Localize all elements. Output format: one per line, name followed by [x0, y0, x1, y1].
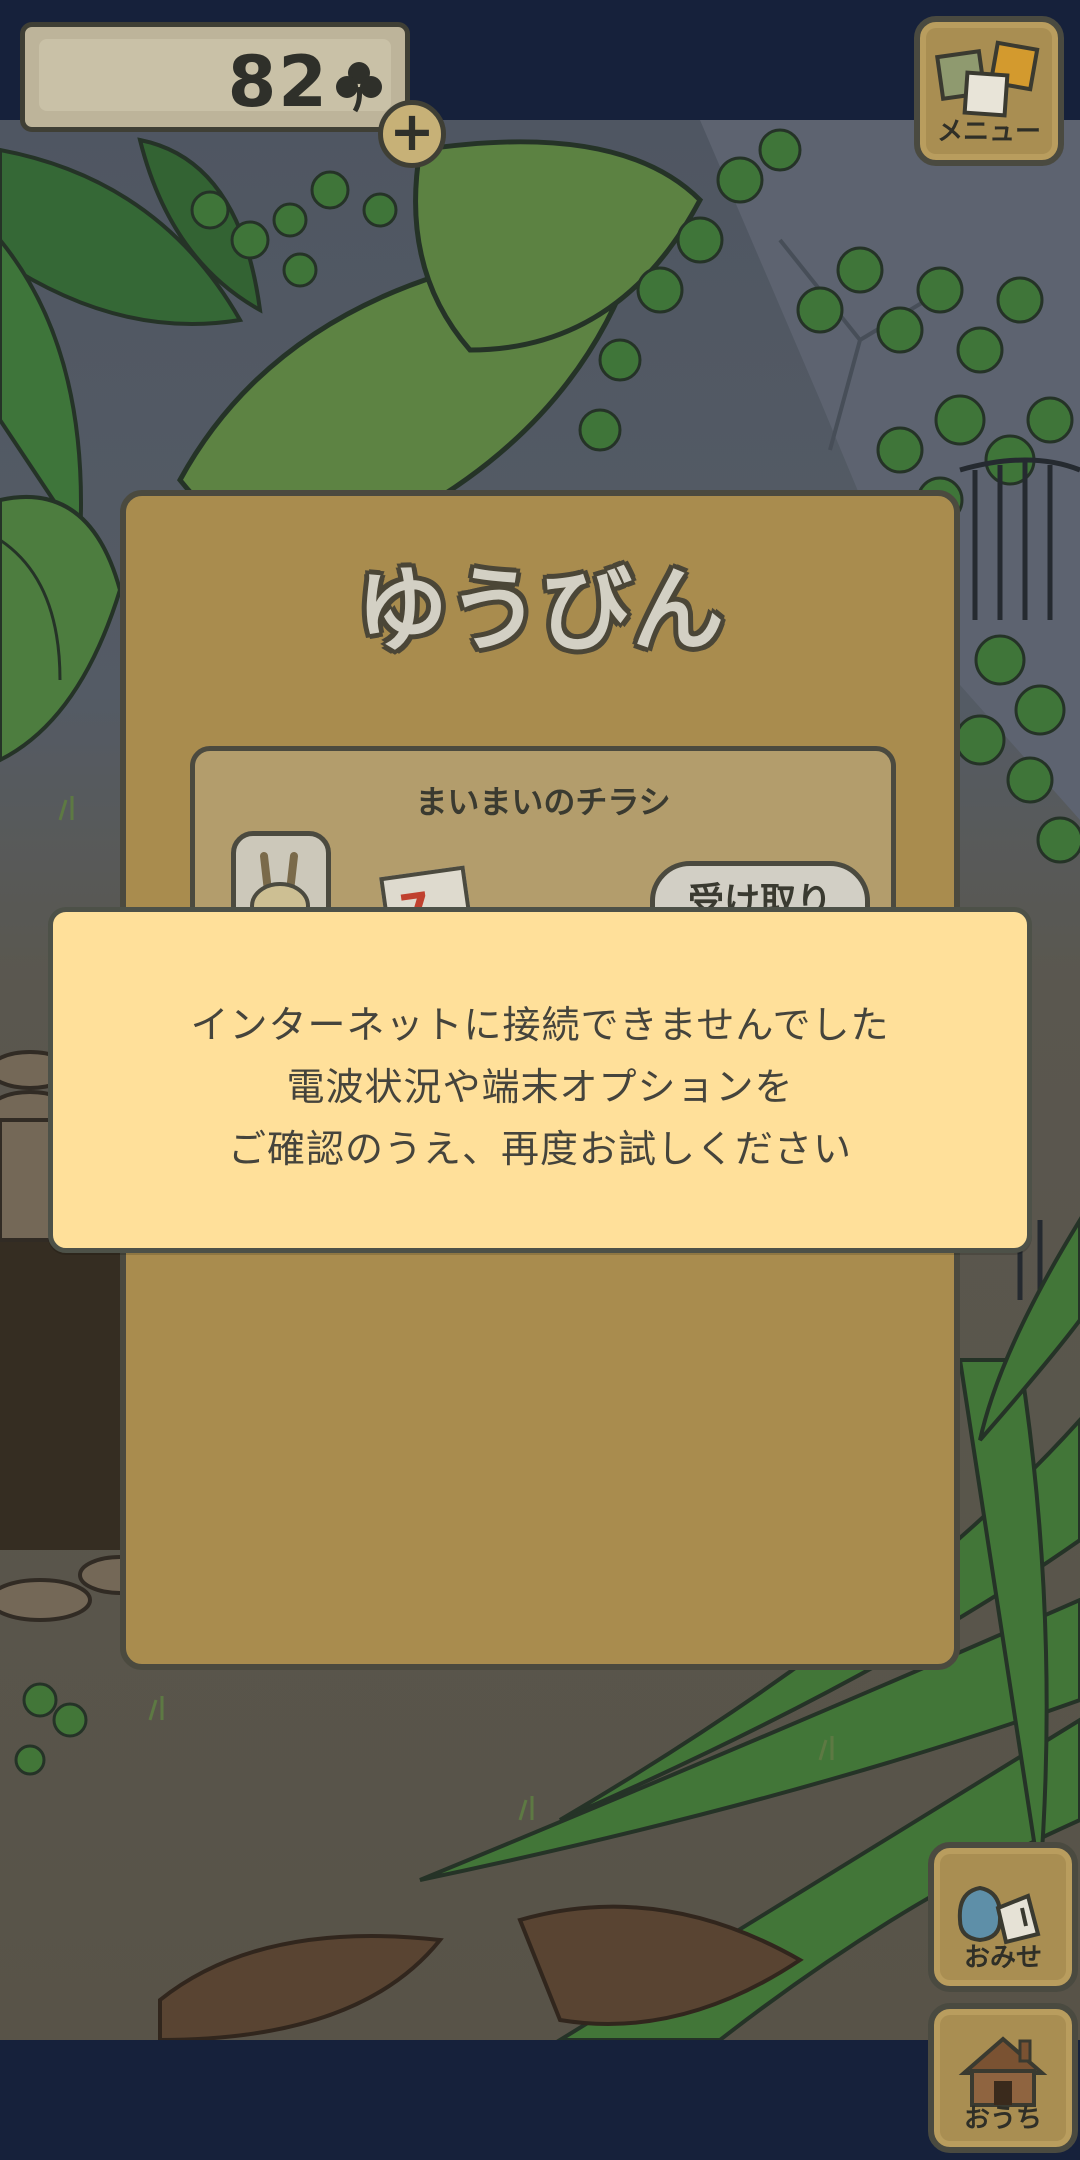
clover-count: 82	[227, 41, 329, 123]
network-error-dialog[interactable]: インターネットに接続できませんでした 電波状況や端末オプションを ご確認のうえ、…	[48, 907, 1032, 1253]
menu-button[interactable]: メニュー	[914, 16, 1064, 166]
mail-title: ゆうびん	[355, 557, 724, 664]
clover-counter: 82	[20, 22, 410, 132]
shop-button[interactable]: おみせ	[928, 1842, 1078, 1992]
shop-label: おみせ	[963, 1943, 1042, 1973]
bottom-bar	[0, 2040, 1080, 2160]
mail-item-title: まいまいのチラシ	[415, 783, 671, 821]
add-clover-button[interactable]: +	[378, 100, 446, 168]
menu-label: メニュー	[936, 117, 1041, 147]
dialog-line-1: インターネットに接続できませんでした	[190, 1003, 890, 1047]
dialog-line-2: 電波状況や端末オプションを	[286, 1065, 794, 1109]
home-button[interactable]: おうち	[928, 2003, 1078, 2153]
clover-icon	[336, 62, 382, 113]
home-label: おうち	[963, 2104, 1042, 2134]
dialog-message: インターネットに接続できませんでした 電波状況や端末オプションを ご確認のうえ、…	[53, 994, 1027, 1180]
dialog-line-3: ご確認のうえ、再度お試しください	[227, 1127, 852, 1171]
